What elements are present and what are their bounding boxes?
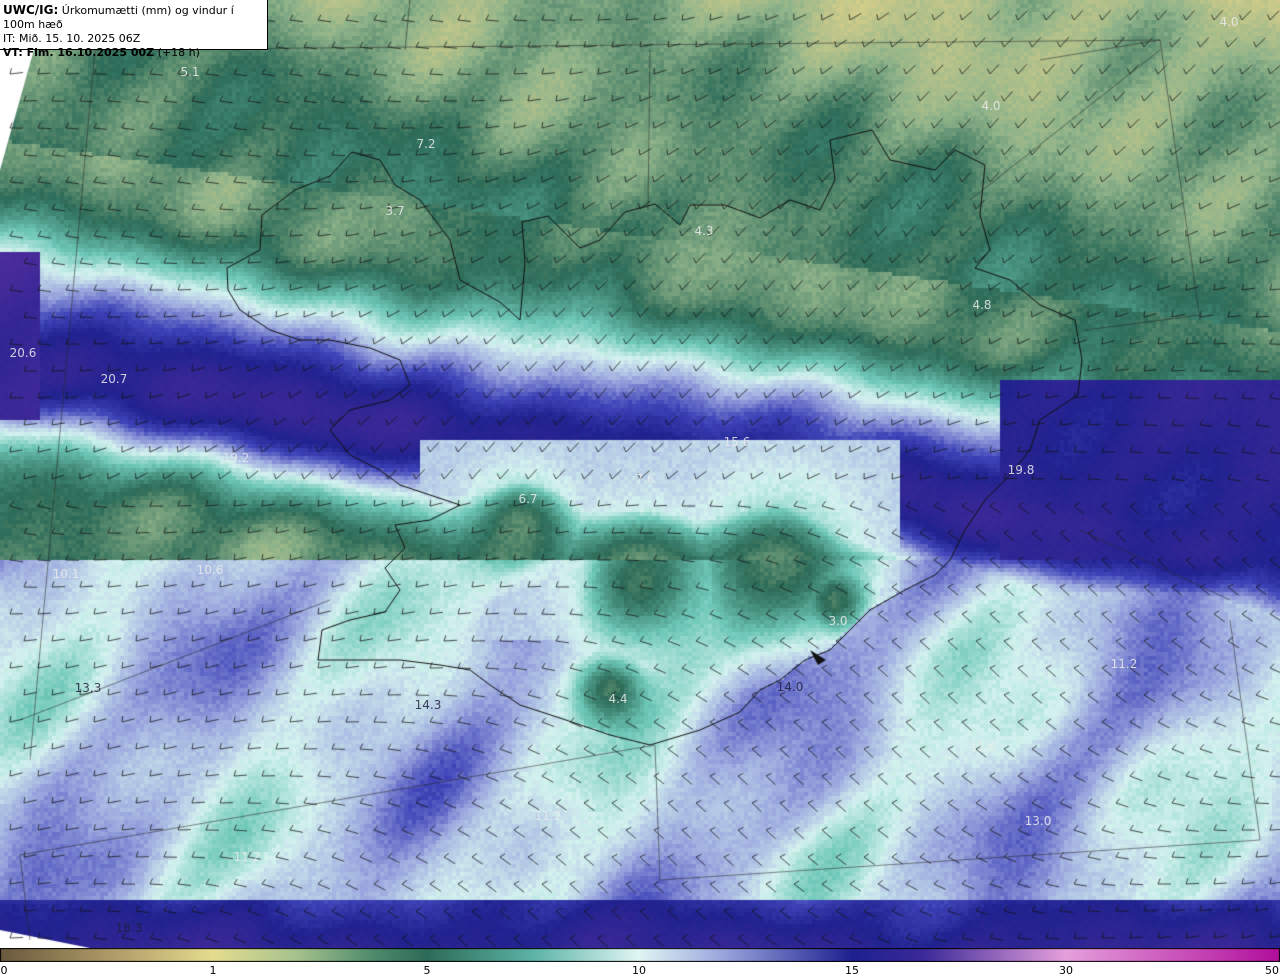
forecast-hour: (+18 h) <box>157 46 200 59</box>
valid-time: VT: Fim. 16.10.2025 00Z <box>3 46 155 59</box>
map-value-label: 4.8 <box>972 298 992 312</box>
map-info-box: UWC/IG: Úrkomumætti (mm) og vindur í 100… <box>0 0 268 59</box>
map-value-label: 7.6 <box>635 472 655 486</box>
colorbar-tick-label: 0 <box>0 964 8 977</box>
map-value-label: 18.3 <box>115 921 143 935</box>
map-value-label: 11.2 <box>233 850 261 864</box>
map-value-label: 10.6 <box>196 563 224 577</box>
map-value-label: 20.6 <box>9 346 37 360</box>
map-value-label: 4.0 <box>1219 15 1239 29</box>
map-value-label: 14.0 <box>776 680 804 694</box>
map-value-label: 11.6 <box>969 740 997 754</box>
map-value-label: 7.2 <box>416 137 436 151</box>
colorbar-tick-label: 15 <box>845 964 859 977</box>
colorbar: 0 1 5 10 15 30 50 <box>0 948 1280 978</box>
map-value-label: 13.0 <box>1024 814 1052 828</box>
map-value-label: 19.8 <box>1007 463 1035 477</box>
map-value-label: 14.3 <box>414 698 442 712</box>
map-value-label: 11.2 <box>1110 657 1138 671</box>
map-value-label: 4.4 <box>608 692 628 706</box>
colorbar-tick-label: 5 <box>423 964 431 977</box>
colorbar-tick-label: 50 <box>1265 964 1279 977</box>
colorbar-gradient <box>0 948 1280 962</box>
valid-time-line: VT: Fim. 16.10.2025 00Z (+18 h) <box>3 46 267 60</box>
map-value-label: 3.7 <box>385 204 405 218</box>
map-value-label: 3.0 <box>828 614 848 628</box>
title-line: UWC/IG: Úrkomumætti (mm) og vindur í 100… <box>3 3 267 32</box>
title-prefix: UWC/IG: <box>3 3 59 17</box>
map-value-label: 13.3 <box>74 681 102 695</box>
map-value-label: 4.3 <box>694 224 714 238</box>
map-value-label: 10.1 <box>52 567 80 581</box>
map-value-label: 19.2 <box>222 451 250 465</box>
map-value-label: 11.2 <box>534 809 562 823</box>
map-value-label: 20.7 <box>100 372 128 386</box>
issue-time: IT: Mið. 15. 10. 2025 06Z <box>3 32 141 45</box>
colorbar-tick-label: 30 <box>1059 964 1073 977</box>
colorbar-tick-label: 10 <box>632 964 646 977</box>
map-value-label: 6.7 <box>518 492 538 506</box>
colorbar-tick-label: 1 <box>209 964 217 977</box>
map-value-label: 5.1 <box>180 65 200 79</box>
map-value-label: 15.6 <box>723 435 751 449</box>
map-value-label: 4.0 <box>981 99 1001 113</box>
